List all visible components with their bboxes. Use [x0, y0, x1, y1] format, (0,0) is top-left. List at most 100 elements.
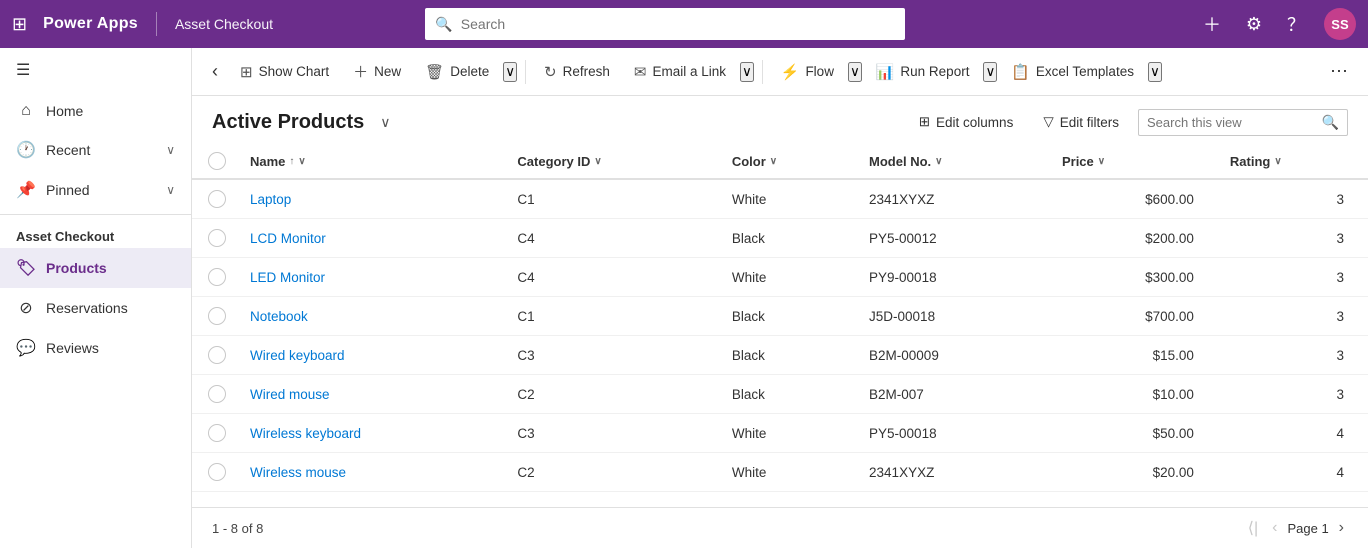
sidebar-item-reservations[interactable]: ⊘ Reservations	[0, 288, 191, 328]
cell-name: Laptop	[238, 179, 505, 219]
search-view-icon: 🔍	[1322, 114, 1339, 131]
sidebar-toggle[interactable]: ☰	[0, 48, 191, 92]
next-page-button[interactable]: ›	[1335, 517, 1348, 539]
row-checkbox-cell[interactable]	[192, 179, 238, 219]
col-header-rating[interactable]: Rating ∨	[1218, 144, 1368, 179]
flow-caret-button[interactable]: ∨	[848, 62, 862, 82]
settings-icon[interactable]: ⚙	[1240, 10, 1268, 38]
new-button[interactable]: ＋ New	[343, 55, 411, 88]
row-name-link[interactable]: Wireless mouse	[250, 465, 346, 480]
sidebar-item-home[interactable]: ⌂ Home	[0, 92, 191, 130]
row-checkbox[interactable]	[208, 307, 226, 325]
row-checkbox-cell[interactable]	[192, 453, 238, 492]
global-search-bar[interactable]: 🔍	[425, 8, 905, 40]
cell-category-id: C1	[505, 179, 719, 219]
row-checkbox-cell[interactable]	[192, 258, 238, 297]
help-icon[interactable]: ？	[1282, 10, 1310, 38]
row-checkbox[interactable]	[208, 463, 226, 481]
show-chart-button[interactable]: ⊞ Show Chart	[230, 57, 339, 87]
cell-rating: 4	[1218, 453, 1368, 492]
email-icon: ✉	[634, 63, 647, 81]
page-navigation: ⟨| ‹ Page 1 ›	[1244, 516, 1348, 540]
row-checkbox-cell[interactable]	[192, 336, 238, 375]
global-search-input[interactable]	[461, 16, 896, 32]
row-name-link[interactable]: Wired mouse	[250, 387, 330, 402]
delete-button[interactable]: 🗑 Delete	[415, 57, 499, 87]
price-filter-icon: ∨	[1098, 156, 1105, 167]
row-name-link[interactable]: Wired keyboard	[250, 348, 345, 363]
sidebar-label-home: Home	[46, 103, 83, 119]
cell-color: White	[720, 179, 857, 219]
row-checkbox[interactable]	[208, 190, 226, 208]
sidebar-item-recent[interactable]: 🕐 Recent ∨	[0, 130, 191, 170]
row-checkbox-cell[interactable]	[192, 219, 238, 258]
recent-icon: 🕐	[16, 140, 36, 160]
cell-category-id: C1	[505, 297, 719, 336]
cell-model-no: PY5-00012	[857, 219, 1050, 258]
flow-button[interactable]: ⚡ Flow	[771, 57, 844, 87]
table-row: Wired mouse C2 Black B2M-007 $10.00 3	[192, 375, 1368, 414]
search-view-input[interactable]	[1147, 115, 1316, 130]
toolbar-sep-2	[762, 60, 763, 84]
sidebar-item-products[interactable]: 🏷 Products	[0, 248, 191, 288]
sidebar-label-products: Products	[46, 260, 107, 276]
email-caret-button[interactable]: ∨	[740, 62, 754, 82]
run-report-caret-button[interactable]: ∨	[983, 62, 997, 82]
col-header-category-id[interactable]: Category ID ∨	[505, 144, 719, 179]
avatar[interactable]: SS	[1324, 8, 1356, 40]
add-icon[interactable]: ＋	[1198, 10, 1226, 38]
search-view-box[interactable]: 🔍	[1138, 109, 1348, 136]
select-all-header[interactable]	[192, 144, 238, 179]
more-options-icon[interactable]: ⋯	[1322, 57, 1356, 86]
col-header-color[interactable]: Color ∨	[720, 144, 857, 179]
back-button[interactable]: ‹	[204, 55, 226, 88]
col-header-name[interactable]: Name ↑ ∨	[238, 144, 505, 179]
row-checkbox[interactable]	[208, 346, 226, 364]
first-page-button[interactable]: ⟨|	[1244, 516, 1262, 540]
row-checkbox[interactable]	[208, 385, 226, 403]
row-checkbox-cell[interactable]	[192, 375, 238, 414]
sidebar-item-pinned[interactable]: 📌 Pinned ∨	[0, 170, 191, 210]
row-checkbox[interactable]	[208, 424, 226, 442]
view-title: Active Products	[212, 111, 364, 134]
row-checkbox-cell[interactable]	[192, 414, 238, 453]
sidebar-item-reviews[interactable]: 💬 Reviews	[0, 328, 191, 368]
row-name-link[interactable]: LED Monitor	[250, 270, 325, 285]
view-title-caret-icon[interactable]: ∨	[380, 114, 390, 131]
reservations-icon: ⊘	[16, 298, 36, 318]
sort-asc-icon: ↑	[289, 156, 294, 167]
cell-model-no: 2341XYXZ	[857, 453, 1050, 492]
row-name-link[interactable]: Laptop	[250, 192, 291, 207]
row-name-link[interactable]: Notebook	[250, 309, 308, 324]
prev-page-button[interactable]: ‹	[1268, 517, 1281, 539]
row-checkbox[interactable]	[208, 229, 226, 247]
sidebar-label-reservations: Reservations	[46, 300, 128, 316]
edit-columns-button[interactable]: ⊞ Edit columns	[908, 108, 1025, 136]
excel-templates-label: Excel Templates	[1036, 64, 1134, 79]
row-checkbox[interactable]	[208, 268, 226, 286]
cell-name: Notebook	[238, 297, 505, 336]
select-all-checkbox[interactable]	[208, 152, 226, 170]
col-model-label: Model No.	[869, 154, 931, 169]
col-header-model-no[interactable]: Model No. ∨	[857, 144, 1050, 179]
table-header-row: Name ↑ ∨ Category ID ∨	[192, 144, 1368, 179]
edit-filters-button[interactable]: ▽ Edit filters	[1032, 108, 1130, 136]
cell-rating: 3	[1218, 219, 1368, 258]
cell-model-no: B2M-007	[857, 375, 1050, 414]
waffle-icon[interactable]: ⊞	[12, 14, 27, 35]
run-report-button[interactable]: 📊 Run Report	[866, 57, 980, 87]
row-name-link[interactable]: LCD Monitor	[250, 231, 326, 246]
page-label: Page 1	[1287, 521, 1328, 536]
refresh-button[interactable]: ↻ Refresh	[534, 57, 620, 87]
row-checkbox-cell[interactable]	[192, 297, 238, 336]
cell-rating: 3	[1218, 297, 1368, 336]
toolbar: ‹ ⊞ Show Chart ＋ New 🗑 Delete ∨ ↻ Refres…	[192, 48, 1368, 96]
delete-caret-button[interactable]: ∨	[503, 62, 517, 82]
excel-caret-button[interactable]: ∨	[1148, 62, 1162, 82]
row-name-link[interactable]: Wireless keyboard	[250, 426, 361, 441]
pin-icon: 📌	[16, 180, 36, 200]
cell-category-id: C2	[505, 453, 719, 492]
email-link-button[interactable]: ✉ Email a Link	[624, 57, 736, 87]
excel-templates-button[interactable]: 📋 Excel Templates	[1001, 57, 1144, 87]
col-header-price[interactable]: Price ∨	[1050, 144, 1218, 179]
